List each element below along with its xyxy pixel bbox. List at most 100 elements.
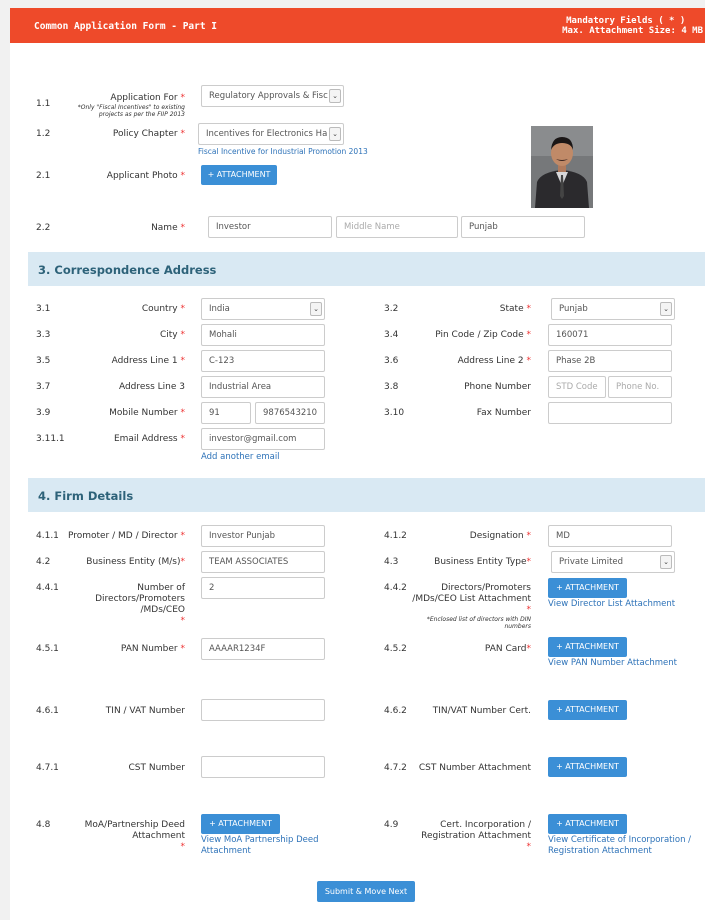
link-text: View MoA Partnership Deed: [201, 835, 319, 845]
address-line-3-input[interactable]: Industrial Area: [201, 376, 325, 398]
required-mark: *: [180, 93, 186, 103]
fax-number-input[interactable]: [548, 402, 672, 424]
label-text: /MDs/CEO List Attachment: [412, 594, 531, 604]
required-mark: *: [180, 644, 186, 654]
first-name-input[interactable]: Investor: [208, 216, 332, 238]
fax-number-label: Fax Number: [476, 408, 531, 418]
business-entity-type-select[interactable]: Private Limited ⌄: [551, 551, 675, 573]
mobile-number-input[interactable]: 9876543210: [255, 402, 325, 424]
label-text: Directors/Promoters: [95, 594, 185, 604]
label-text: PAN Card: [484, 644, 527, 654]
field-number: 1.2: [36, 129, 51, 139]
number-of-directors-input[interactable]: 2: [201, 577, 325, 599]
email-label: Email Address *: [50, 434, 185, 445]
chevron-down-icon: ⌄: [329, 127, 341, 141]
last-name-input[interactable]: Punjab: [461, 216, 585, 238]
label-text: State: [499, 304, 524, 314]
required-mark: *: [180, 330, 186, 340]
mobile-number-label: Mobile Number *: [50, 408, 185, 419]
std-code-input[interactable]: STD Code: [548, 376, 606, 398]
field-number: 4.2: [36, 557, 51, 567]
policy-chapter-select[interactable]: Incentives for Electronics Ha ⌄: [198, 123, 344, 145]
designation-input[interactable]: MD: [548, 525, 672, 547]
required-mark: *: [526, 531, 532, 541]
cst-attachment-button[interactable]: + ATTACHMENT: [548, 757, 627, 777]
add-another-email-link[interactable]: Add another email: [201, 452, 280, 463]
label-note: projects as per the FIIP 2013: [98, 111, 185, 118]
pan-number-label: PAN Number *: [50, 644, 185, 655]
required-mark: *: [180, 304, 186, 314]
select-value: Incentives for Electronics Ha: [206, 129, 328, 139]
address-line-3-label: Address Line 3: [118, 382, 185, 392]
city-input[interactable]: Mohali: [201, 324, 325, 346]
cst-attachment-label: CST Number Attachment: [418, 763, 531, 773]
field-number: 3.7: [36, 382, 51, 392]
label-text: Attachment: [132, 831, 185, 841]
cst-number-label: CST Number: [128, 763, 185, 773]
moa-attachment-button[interactable]: + ATTACHMENT: [201, 814, 280, 834]
person-photo-icon: [531, 126, 593, 208]
pan-card-attachment-button[interactable]: + ATTACHMENT: [548, 637, 627, 657]
required-mark: *: [526, 644, 532, 654]
required-mark: *: [180, 842, 186, 852]
business-entity-input[interactable]: TEAM ASSOCIATES: [201, 551, 325, 573]
required-mark: *: [180, 223, 186, 233]
field-number: 3.9: [36, 408, 51, 418]
state-label: State *: [400, 304, 531, 315]
state-select[interactable]: Punjab ⌄: [551, 298, 675, 320]
required-mark: *: [526, 842, 532, 852]
required-mark: *: [526, 304, 532, 314]
view-pan-attachment-link[interactable]: View PAN Number Attachment: [548, 658, 677, 669]
policy-chapter-link[interactable]: Fiscal Incentive for Industrial Promotio…: [198, 146, 368, 157]
max-attachment-note: Max. Attachment Size: 4 MB: [562, 26, 703, 36]
field-number: 2.1: [36, 171, 51, 181]
pan-number-input[interactable]: AAAAR1234F: [201, 638, 325, 660]
label-text: PAN Number: [120, 644, 178, 654]
application-for-select[interactable]: Regulatory Approvals & Fisc ⌄: [201, 85, 344, 107]
business-entity-type-label: Business Entity Type*: [400, 557, 531, 568]
address-line-2-input[interactable]: Phase 2B: [548, 350, 672, 372]
promoter-input[interactable]: Investor Punjab: [201, 525, 325, 547]
cert-incorporation-attachment-button[interactable]: + ATTACHMENT: [548, 814, 627, 834]
email-input[interactable]: investor@gmail.com: [201, 428, 325, 450]
label-note: *Enclosed list of directors with DIN: [426, 616, 531, 623]
link-text: Attachment: [201, 846, 251, 856]
address-line-1-label: Address Line 1 *: [50, 356, 185, 367]
required-mark: *: [180, 434, 186, 444]
address-line-1-input[interactable]: C-123: [201, 350, 325, 372]
designation-label: Designation *: [400, 531, 531, 542]
required-mark: *: [180, 408, 186, 418]
form-header: Common Application Form - Part I Mandato…: [10, 8, 705, 43]
applicant-photo-label: Applicant Photo *: [50, 171, 185, 182]
directors-list-attachment-button[interactable]: + ATTACHMENT: [548, 578, 627, 598]
firm-details-section-header: 4. Firm Details: [28, 478, 705, 512]
label-text: /MDs/CEO: [140, 605, 185, 615]
policy-chapter-label: Policy Chapter *: [50, 129, 185, 140]
country-select[interactable]: India ⌄: [201, 298, 325, 320]
label-note: numbers: [504, 623, 531, 630]
chevron-down-icon: ⌄: [660, 555, 672, 569]
view-moa-link[interactable]: View MoA Partnership Deed Attachment: [201, 835, 319, 857]
phone-number-label: Phone Number: [464, 382, 531, 392]
cst-number-input[interactable]: [201, 756, 325, 778]
tin-vat-input[interactable]: [201, 699, 325, 721]
label-text: Country: [141, 304, 178, 314]
label-text: Address Line 1: [111, 356, 178, 366]
label-text: Mobile Number: [109, 408, 178, 418]
label-text: Name: [151, 223, 178, 233]
mobile-country-code-input[interactable]: 91: [201, 402, 251, 424]
required-mark: *: [180, 129, 186, 139]
field-number: 3.1: [36, 304, 51, 314]
link-text: Registration Attachment: [548, 846, 652, 856]
phone-number-input[interactable]: Phone No.: [608, 376, 672, 398]
view-director-list-link[interactable]: View Director List Attachment: [548, 599, 675, 610]
submit-button[interactable]: Submit & Move Next: [317, 881, 415, 902]
pin-code-input[interactable]: 160071: [548, 324, 672, 346]
applicant-photo-attachment-button[interactable]: + ATTACHMENT: [201, 165, 277, 185]
view-cert-incorporation-link[interactable]: View Certificate of Incorporation / Regi…: [548, 835, 691, 857]
middle-name-input[interactable]: Middle Name: [336, 216, 458, 238]
field-number: 1.1: [36, 99, 51, 109]
label-note: *Only "Fiscal Incentives" to existing: [77, 104, 185, 111]
field-number: 4.9: [384, 820, 399, 830]
tin-vat-cert-attachment-button[interactable]: + ATTACHMENT: [548, 700, 627, 720]
